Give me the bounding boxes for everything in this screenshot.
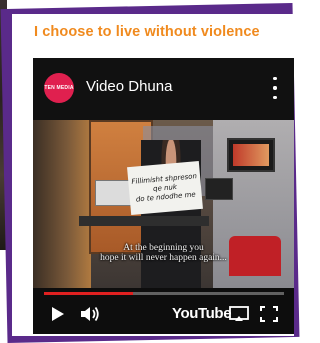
progress-played [44,292,133,295]
player-controls: YouTube [33,300,294,330]
play-icon[interactable] [51,306,65,322]
subtitle-line: At the beginning you [123,243,204,253]
volume-icon[interactable] [80,306,100,322]
progress-bar[interactable] [44,292,284,295]
channel-avatar[interactable]: TEN MEDIA [44,73,74,103]
channel-logo-text: TEN MEDIA [44,85,74,91]
scene-desk [79,216,209,226]
youtube-logo[interactable]: YouTube [172,305,232,322]
video-title[interactable]: Video Dhuna [86,78,172,95]
handwritten-sign: Fillimisht shpreson qe nuk do te ndodhe … [127,160,203,216]
video-frame[interactable]: Fillimisht shpreson qe nuk do te ndodhe … [33,120,294,288]
scene-laptop [95,180,133,206]
sign-line: do te ndodhe me [135,189,196,204]
cast-icon[interactable] [229,306,249,322]
headline: I choose to live without violence [34,24,260,40]
scene-camera [205,178,233,200]
scene-tv [227,138,275,172]
more-options-icon[interactable] [268,77,282,99]
subtitle-line: hope it will never happen again... [100,253,227,263]
fullscreen-icon[interactable] [260,306,278,322]
player-header: TEN MEDIA Video Dhuna [33,58,294,120]
video-player[interactable]: TEN MEDIA Video Dhuna Fillimisht shpreso… [33,58,294,334]
video-subtitle: At the beginning you hope it will never … [33,243,294,263]
